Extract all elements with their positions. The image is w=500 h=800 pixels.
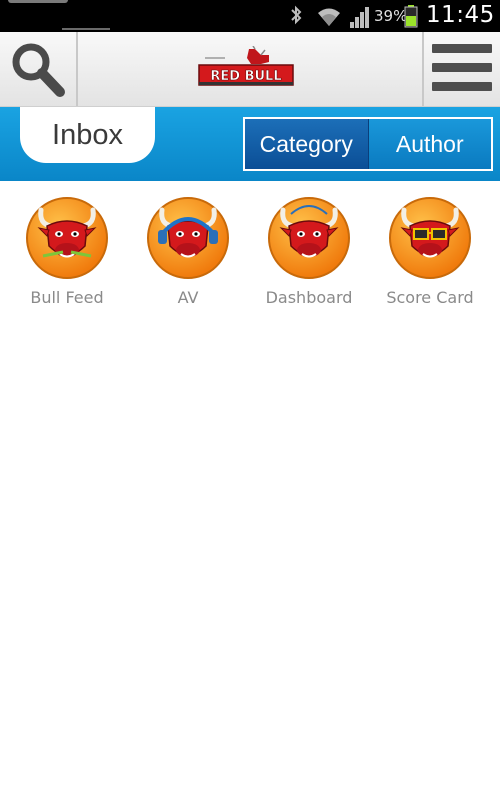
status-bar: 39% 11:45 [0, 0, 500, 32]
wifi-icon [318, 8, 340, 26]
search-button[interactable] [0, 32, 78, 106]
bull-glasses-icon [389, 197, 471, 279]
category-author-segment: Category Author [243, 117, 493, 171]
bluetooth-icon [291, 5, 302, 25]
signal-icon [350, 7, 369, 28]
search-icon [12, 43, 65, 97]
bull-headphones-icon [147, 197, 229, 279]
category-dashboard[interactable]: Dashboard [254, 196, 364, 307]
status-indicator-line [62, 28, 110, 30]
category-bull-feed[interactable]: Bull Feed [12, 196, 122, 307]
category-score-card[interactable]: Score Card [375, 196, 485, 307]
segment-category-label: Category [259, 130, 353, 157]
status-time: 11:45 [426, 2, 495, 28]
status-notch [8, 0, 68, 3]
battery-percent: 39% [374, 7, 408, 25]
category-label: Dashboard [265, 288, 353, 307]
category-label: AV [177, 288, 199, 307]
tab-inbox[interactable]: Inbox [20, 107, 155, 163]
logo-text: RED BULL [210, 69, 281, 84]
app-header: RED BULL [0, 32, 500, 107]
category-label: Score Card [386, 288, 474, 307]
bull-feed-icon [26, 197, 108, 279]
category-grid: Bull Feed AV Dashboard Score Card [0, 196, 500, 326]
segment-author-label: Author [395, 130, 464, 157]
segment-author-button[interactable]: Author [368, 119, 491, 169]
bull-dashboard-icon [268, 197, 350, 279]
battery-icon [404, 5, 418, 28]
tab-inbox-label: Inbox [52, 118, 123, 151]
segment-category-button[interactable]: Category [245, 119, 369, 169]
menu-button[interactable] [422, 32, 500, 106]
tab-bar: Inbox Category Author [0, 107, 500, 181]
category-av[interactable]: AV [133, 196, 243, 307]
red-bull-logo: RED BULL [195, 45, 295, 90]
category-label: Bull Feed [30, 288, 104, 307]
